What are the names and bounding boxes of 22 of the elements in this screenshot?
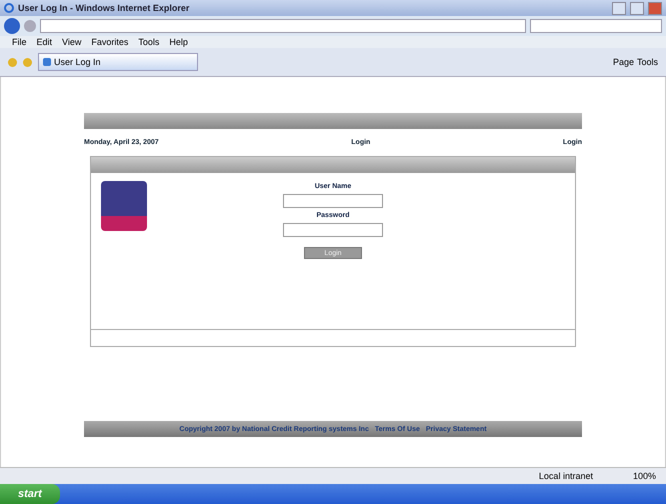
close-button[interactable] bbox=[648, 2, 662, 14]
username-field[interactable] bbox=[283, 194, 383, 208]
search-field[interactable] bbox=[530, 19, 662, 33]
menu-item[interactable]: View bbox=[62, 37, 82, 47]
zoom-level[interactable]: 100% bbox=[632, 471, 656, 481]
minimize-button[interactable] bbox=[612, 2, 626, 14]
toolbar-button[interactable]: Tools bbox=[636, 57, 658, 67]
menu-item[interactable]: Tools bbox=[138, 37, 160, 47]
menu-item[interactable]: Favorites bbox=[91, 37, 128, 47]
page-icon bbox=[43, 58, 51, 66]
browser-tab[interactable]: User Log In bbox=[38, 53, 198, 71]
password-field[interactable] bbox=[283, 223, 383, 237]
back-button[interactable] bbox=[4, 18, 20, 34]
window-title: User Log In - Windows Internet Explorer bbox=[18, 3, 190, 13]
security-zone: Local intranet bbox=[538, 471, 593, 481]
menu-item[interactable]: Help bbox=[169, 37, 188, 47]
address-field[interactable] bbox=[40, 19, 526, 33]
maximize-button[interactable] bbox=[630, 2, 644, 14]
toolbar-button[interactable]: Page bbox=[612, 57, 634, 67]
forward-button[interactable] bbox=[24, 20, 36, 32]
menu-item[interactable]: Edit bbox=[36, 37, 52, 47]
menu-item[interactable]: File bbox=[12, 37, 27, 47]
